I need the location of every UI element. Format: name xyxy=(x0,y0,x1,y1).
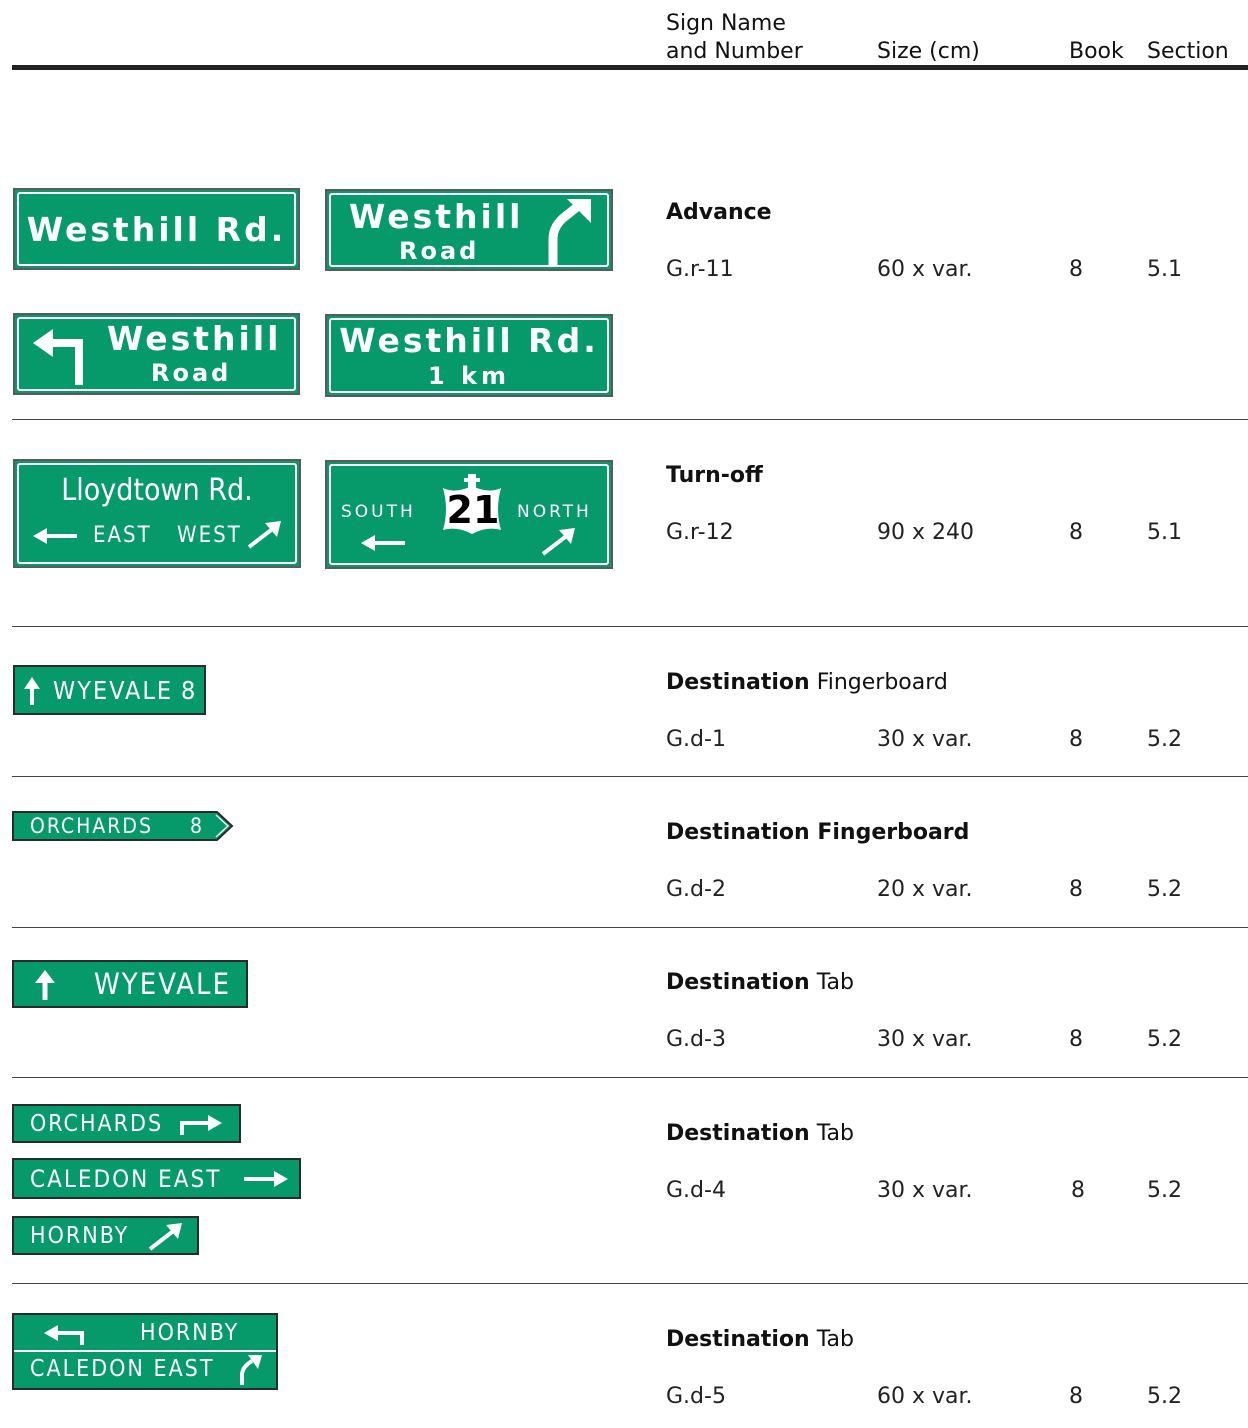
sign-divider xyxy=(14,1350,276,1352)
sign-book: 8 xyxy=(1069,520,1083,545)
sign-book: 8 xyxy=(1069,1027,1083,1052)
sign-text: EAST xyxy=(93,523,152,548)
sign-text: ORCHARDS xyxy=(30,1111,164,1137)
row-divider xyxy=(12,1283,1248,1284)
arrow-up-right-icon xyxy=(541,528,575,556)
sign-text: SOUTH xyxy=(341,502,416,522)
sign-book: 8 xyxy=(1069,727,1083,752)
row-title: Advance xyxy=(666,200,772,225)
row-title: Destination Tab xyxy=(666,1121,854,1146)
header-book: Book xyxy=(1069,39,1124,64)
header-section: Section xyxy=(1147,39,1229,64)
sign-hornby-tab: HORNBY xyxy=(12,1216,199,1255)
sign-number: G.d-5 xyxy=(666,1384,726,1409)
sign-size: 30 x var. xyxy=(877,1027,973,1052)
row-divider xyxy=(12,927,1248,928)
row-title: Destination Fingerboard xyxy=(666,670,948,695)
sign-text: HORNBY xyxy=(30,1223,130,1249)
row-title: Destination Tab xyxy=(666,970,854,995)
sign-size: 20 x var. xyxy=(877,877,973,902)
sign-size: 30 x var. xyxy=(877,1178,973,1203)
sign-text: Lloydtown Rd. xyxy=(61,473,253,508)
arrow-up-right-icon xyxy=(148,1223,182,1251)
header-sign-name: Sign Name and Number xyxy=(666,11,803,64)
sign-text: NORTH xyxy=(517,502,592,522)
sign-orchards-tab: ORCHARDS xyxy=(12,1104,241,1143)
sign-caledon-east-tab: CALEDON EAST xyxy=(12,1158,301,1199)
sign-highway-21: SOUTH 21 NORTH xyxy=(325,460,613,569)
sign-text: 8 xyxy=(190,814,203,838)
sign-size: 90 x 240 xyxy=(877,520,974,545)
arrow-up-icon xyxy=(24,677,40,705)
sign-number: G.d-4 xyxy=(666,1178,726,1203)
row-title: Destination Tab xyxy=(666,1327,854,1352)
sign-text: Westhill xyxy=(107,319,282,358)
sign-text: Road xyxy=(399,237,480,265)
turn-right-icon xyxy=(180,1115,222,1135)
row-divider xyxy=(12,776,1248,777)
arrow-left-icon xyxy=(361,535,405,551)
header-rule xyxy=(12,65,1248,70)
sign-section: 5.2 xyxy=(1147,1384,1182,1409)
crown-shield-icon xyxy=(443,474,501,534)
arrow-left-icon xyxy=(33,528,77,544)
header-size: Size (cm) xyxy=(877,39,980,64)
sign-westhill-road-left: Westhill Road xyxy=(13,313,300,395)
sign-text: WYEVALE xyxy=(94,967,232,1001)
sign-section: 5.2 xyxy=(1147,1178,1182,1203)
sign-text: CALEDON EAST xyxy=(30,1165,222,1193)
sign-wyevale-8: WYEVALE 8 xyxy=(13,665,206,715)
sign-section: 5.2 xyxy=(1147,1027,1182,1052)
row-title: Destination Fingerboard xyxy=(666,820,970,845)
sign-text: WEST xyxy=(177,523,242,548)
sign-section: 5.2 xyxy=(1147,727,1182,752)
sign-text: Westhill xyxy=(349,197,524,236)
sign-hornby-caledon-east: HORNBY CALEDON EAST xyxy=(12,1313,278,1390)
arrow-right-icon xyxy=(244,1171,288,1187)
sign-size: 30 x var. xyxy=(877,727,973,752)
sign-text: ORCHARDS xyxy=(30,814,153,838)
sign-section: 5.1 xyxy=(1147,520,1182,545)
row-divider xyxy=(12,626,1248,627)
sign-book: 8 xyxy=(1071,1178,1085,1203)
sign-size: 60 x var. xyxy=(877,1384,973,1409)
sign-text: Westhill Rd. xyxy=(339,321,599,360)
sign-number: G.r-12 xyxy=(666,520,734,545)
sign-text: Road xyxy=(151,359,232,387)
row-title: Turn-off xyxy=(666,463,763,488)
curve-right-up-icon xyxy=(548,199,591,265)
sign-lloydtown-rd: Lloydtown Rd. EAST WEST xyxy=(13,459,301,568)
sign-text: Westhill Rd. xyxy=(26,210,287,249)
route-number: 21 xyxy=(446,488,500,532)
sign-number: G.r-11 xyxy=(666,257,734,282)
curve-right-up-icon xyxy=(240,1355,262,1385)
sign-size: 60 x var. xyxy=(877,257,973,282)
sign-text: CALEDON EAST xyxy=(30,1356,215,1382)
sign-number: G.d-2 xyxy=(666,877,726,902)
arrow-up-icon xyxy=(35,970,55,1000)
sign-text: 8 xyxy=(181,676,196,705)
sign-text: 1 km xyxy=(427,362,511,390)
arrow-up-right-icon xyxy=(247,521,281,549)
row-divider xyxy=(12,1077,1248,1078)
sign-section: 5.2 xyxy=(1147,877,1182,902)
turn-left-icon xyxy=(33,329,83,385)
sign-wyevale-tab: WYEVALE xyxy=(12,960,248,1008)
sign-westhill-rd-1km: Westhill Rd. 1 km xyxy=(325,314,613,397)
sign-number: G.d-3 xyxy=(666,1027,726,1052)
sign-book: 8 xyxy=(1069,1384,1083,1409)
sign-westhill-rd: Westhill Rd. xyxy=(13,188,300,270)
row-divider xyxy=(12,419,1248,420)
sign-text: HORNBY xyxy=(140,1320,240,1346)
sign-book: 8 xyxy=(1069,257,1083,282)
sign-book: 8 xyxy=(1069,877,1083,902)
sign-text: WYEVALE xyxy=(53,676,174,705)
sign-westhill-road-curve: Westhill Road xyxy=(325,189,613,271)
sign-number: G.d-1 xyxy=(666,727,726,752)
turn-left-icon xyxy=(44,1325,84,1345)
sign-section: 5.1 xyxy=(1147,257,1182,282)
